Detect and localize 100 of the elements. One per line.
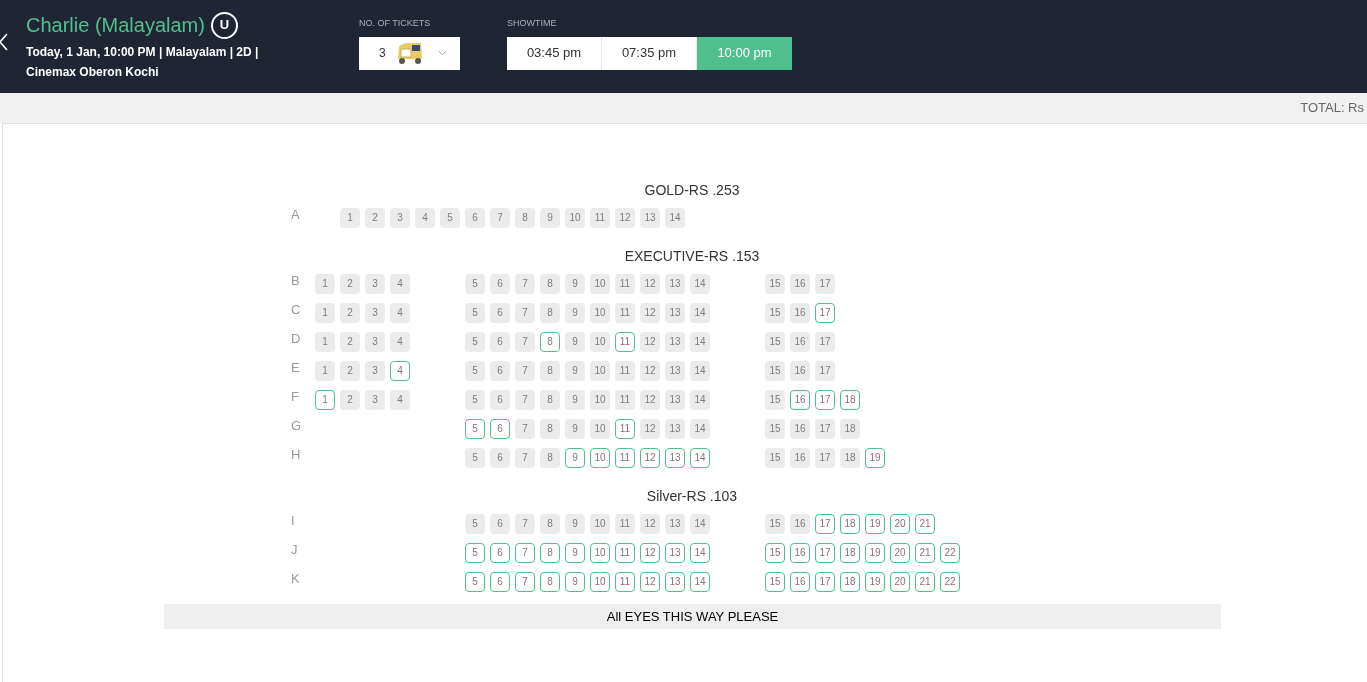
seat-button[interactable]: 7 (515, 273, 535, 294)
seat-button[interactable]: 14 (690, 302, 710, 323)
seat-button[interactable]: 4 (390, 389, 410, 410)
seat-button[interactable]: 5 (465, 513, 485, 534)
seat-button[interactable]: 11 (615, 360, 635, 381)
seat-button[interactable]: 15 (765, 389, 785, 410)
seat-button[interactable]: 18 (840, 389, 860, 410)
seat-button[interactable]: 10 (590, 447, 610, 468)
seat-button[interactable]: 16 (790, 542, 810, 563)
seat-button[interactable]: 13 (665, 331, 685, 352)
seat-button[interactable]: 17 (815, 360, 835, 381)
seat-button[interactable]: 7 (515, 571, 535, 592)
seat-button[interactable]: 10 (590, 389, 610, 410)
seat-button[interactable]: 6 (490, 360, 510, 381)
seat-button[interactable]: 20 (890, 513, 910, 534)
seat-button[interactable]: 5 (465, 302, 485, 323)
seat-button[interactable]: 4 (390, 302, 410, 323)
seat-button[interactable]: 7 (515, 389, 535, 410)
seat-button[interactable]: 5 (465, 360, 485, 381)
seat-button[interactable]: 9 (565, 513, 585, 534)
seat-button[interactable]: 16 (790, 418, 810, 439)
seat-button[interactable]: 9 (540, 207, 560, 228)
seat-button[interactable]: 7 (515, 542, 535, 563)
seat-button[interactable]: 9 (565, 360, 585, 381)
seat-button[interactable]: 12 (640, 273, 660, 294)
seat-button[interactable]: 8 (540, 513, 560, 534)
seat-button[interactable]: 11 (615, 302, 635, 323)
seat-button[interactable]: 14 (690, 331, 710, 352)
seat-button[interactable]: 21 (915, 542, 935, 563)
seat-button[interactable]: 5 (465, 571, 485, 592)
seat-button[interactable]: 6 (490, 542, 510, 563)
seat-button[interactable]: 22 (940, 571, 960, 592)
seat-button[interactable]: 12 (640, 331, 660, 352)
seat-button[interactable]: 6 (490, 447, 510, 468)
seat-button[interactable]: 21 (915, 513, 935, 534)
seat-button[interactable]: 11 (615, 447, 635, 468)
seat-button[interactable]: 16 (790, 571, 810, 592)
seat-button[interactable]: 10 (590, 418, 610, 439)
seat-button[interactable]: 16 (790, 331, 810, 352)
seat-button[interactable]: 10 (590, 513, 610, 534)
seat-button[interactable]: 11 (615, 331, 635, 352)
seat-button[interactable]: 16 (790, 447, 810, 468)
seat-button[interactable]: 15 (765, 360, 785, 381)
seat-button[interactable]: 4 (390, 360, 410, 381)
seat-button[interactable]: 17 (815, 513, 835, 534)
seat-button[interactable]: 7 (515, 513, 535, 534)
showtime-button[interactable]: 10:00 pm (697, 36, 792, 70)
seat-button[interactable]: 7 (515, 302, 535, 323)
seat-button[interactable]: 8 (540, 302, 560, 323)
seat-button[interactable]: 3 (365, 302, 385, 323)
seat-button[interactable]: 19 (865, 513, 885, 534)
seat-button[interactable]: 13 (640, 207, 660, 228)
seat-button[interactable]: 16 (790, 273, 810, 294)
seat-button[interactable]: 11 (615, 418, 635, 439)
seat-button[interactable]: 11 (615, 571, 635, 592)
seat-button[interactable]: 4 (390, 273, 410, 294)
seat-button[interactable]: 2 (340, 389, 360, 410)
seat-button[interactable]: 13 (665, 389, 685, 410)
seat-button[interactable]: 1 (315, 389, 335, 410)
seat-button[interactable]: 13 (665, 418, 685, 439)
seat-button[interactable]: 19 (865, 447, 885, 468)
seat-button[interactable]: 5 (465, 389, 485, 410)
seat-button[interactable]: 9 (565, 389, 585, 410)
seat-button[interactable]: 12 (640, 571, 660, 592)
seat-button[interactable]: 3 (390, 207, 410, 228)
seat-button[interactable]: 7 (515, 418, 535, 439)
seat-button[interactable]: 22 (940, 542, 960, 563)
seat-button[interactable]: 10 (590, 302, 610, 323)
seat-button[interactable]: 17 (815, 389, 835, 410)
seat-button[interactable]: 1 (315, 273, 335, 294)
seat-button[interactable]: 9 (565, 571, 585, 592)
seat-button[interactable]: 13 (665, 571, 685, 592)
seat-button[interactable]: 10 (590, 542, 610, 563)
seat-button[interactable]: 15 (765, 302, 785, 323)
seat-button[interactable]: 9 (565, 418, 585, 439)
seat-button[interactable]: 3 (365, 389, 385, 410)
seat-button[interactable]: 9 (565, 302, 585, 323)
seat-button[interactable]: 17 (815, 418, 835, 439)
seat-button[interactable]: 3 (365, 331, 385, 352)
seat-button[interactable]: 5 (465, 331, 485, 352)
seat-button[interactable]: 2 (340, 273, 360, 294)
seat-button[interactable]: 17 (815, 447, 835, 468)
seat-button[interactable]: 10 (565, 207, 585, 228)
seat-button[interactable]: 8 (540, 360, 560, 381)
seat-button[interactable]: 21 (915, 571, 935, 592)
seat-button[interactable]: 15 (765, 513, 785, 534)
seat-button[interactable]: 10 (590, 360, 610, 381)
seat-button[interactable]: 14 (690, 273, 710, 294)
seat-button[interactable]: 8 (540, 447, 560, 468)
seat-button[interactable]: 7 (515, 447, 535, 468)
seat-button[interactable]: 14 (690, 571, 710, 592)
seat-button[interactable]: 15 (765, 571, 785, 592)
seat-button[interactable]: 13 (665, 513, 685, 534)
seat-button[interactable]: 6 (490, 513, 510, 534)
seat-button[interactable]: 19 (865, 571, 885, 592)
seat-button[interactable]: 2 (340, 360, 360, 381)
showtime-button[interactable]: 07:35 pm (602, 36, 697, 70)
seat-button[interactable]: 5 (465, 418, 485, 439)
seat-button[interactable]: 12 (640, 389, 660, 410)
seat-button[interactable]: 17 (815, 331, 835, 352)
